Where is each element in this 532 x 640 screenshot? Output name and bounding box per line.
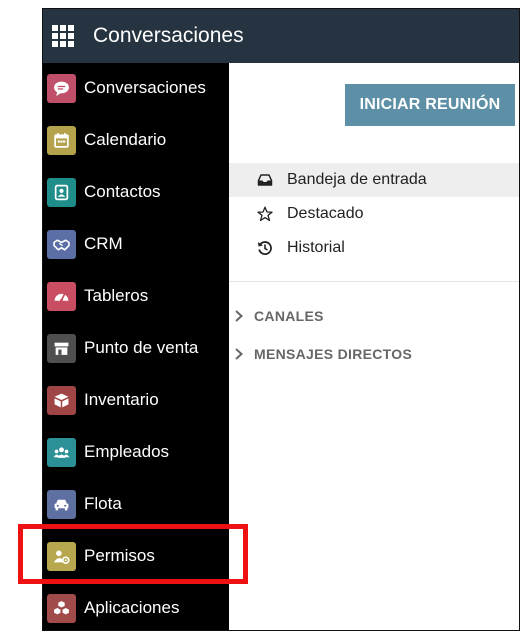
chat-icon [47, 73, 76, 103]
divider [229, 281, 519, 282]
mailbox-label: Historial [287, 239, 345, 256]
cubes-icon [47, 593, 76, 623]
section-label: MENSAJES DIRECTOS [254, 346, 413, 362]
users-icon [47, 437, 76, 467]
sidebar-item-contactos[interactable]: Contactos [43, 170, 229, 214]
sidebar-item-label: Punto de venta [84, 338, 199, 357]
sidebar-item-label: CRM [84, 234, 123, 253]
sidebar-item-calendario[interactable]: Calendario [43, 118, 229, 162]
store-icon [47, 333, 76, 363]
chevron-right-icon [234, 310, 248, 322]
mailbox-label: Bandeja de entrada [287, 171, 427, 188]
section-label: CANALES [254, 308, 324, 324]
main-panel: INICIAR REUNIÓN Bandeja de entrada Desta… [229, 63, 519, 630]
sidebar-item-label: Empleados [84, 442, 170, 461]
sidebar-item-inventario[interactable]: Inventario [43, 378, 229, 422]
inbox-icon [255, 172, 275, 188]
sidebar-item-punto-de-venta[interactable]: Punto de venta [43, 326, 229, 370]
mailbox-starred[interactable]: Destacado [229, 197, 519, 231]
mailbox-inbox[interactable]: Bandeja de entrada [229, 163, 519, 197]
mailbox-label: Destacado [287, 205, 364, 222]
contact-icon [47, 177, 76, 207]
sidebar-item-label: Contactos [84, 182, 161, 201]
mailbox-history[interactable]: Historial [229, 231, 519, 265]
sidebar-item-label: Aplicaciones [84, 598, 180, 617]
section-direct-messages[interactable]: MENSAJES DIRECTOS [229, 343, 412, 365]
box-icon [47, 385, 76, 415]
sidebar-item-label: Tableros [84, 286, 149, 305]
history-icon [255, 240, 275, 256]
top-bar: Conversaciones [43, 9, 519, 63]
sidebar-item-crm[interactable]: CRM [43, 222, 229, 266]
handshake-icon [47, 229, 76, 259]
calendar-icon [47, 125, 76, 155]
sidebar-item-flota[interactable]: Flota [43, 482, 229, 526]
start-meeting-button[interactable]: INICIAR REUNIÓN [345, 84, 515, 126]
highlight-box [18, 524, 248, 584]
sidebar-item-label: Calendario [84, 130, 167, 149]
sidebar-item-conversaciones[interactable]: Conversaciones [43, 66, 229, 110]
sidebar-item-label: Conversaciones [84, 78, 206, 97]
sidebar-item-label: Inventario [84, 390, 159, 409]
sidebar-item-label: Flota [84, 494, 122, 513]
grid-icon[interactable] [52, 25, 74, 47]
dashboard-icon [47, 281, 76, 311]
sidebar-item-aplicaciones[interactable]: Aplicaciones [43, 586, 229, 630]
app-title: Conversaciones [93, 24, 244, 47]
star-icon [255, 206, 275, 222]
chevron-right-icon [234, 348, 248, 360]
car-icon [47, 489, 76, 519]
sidebar-item-empleados[interactable]: Empleados [43, 430, 229, 474]
sidebar-item-tableros[interactable]: Tableros [43, 274, 229, 318]
section-channels[interactable]: CANALES [229, 305, 324, 327]
